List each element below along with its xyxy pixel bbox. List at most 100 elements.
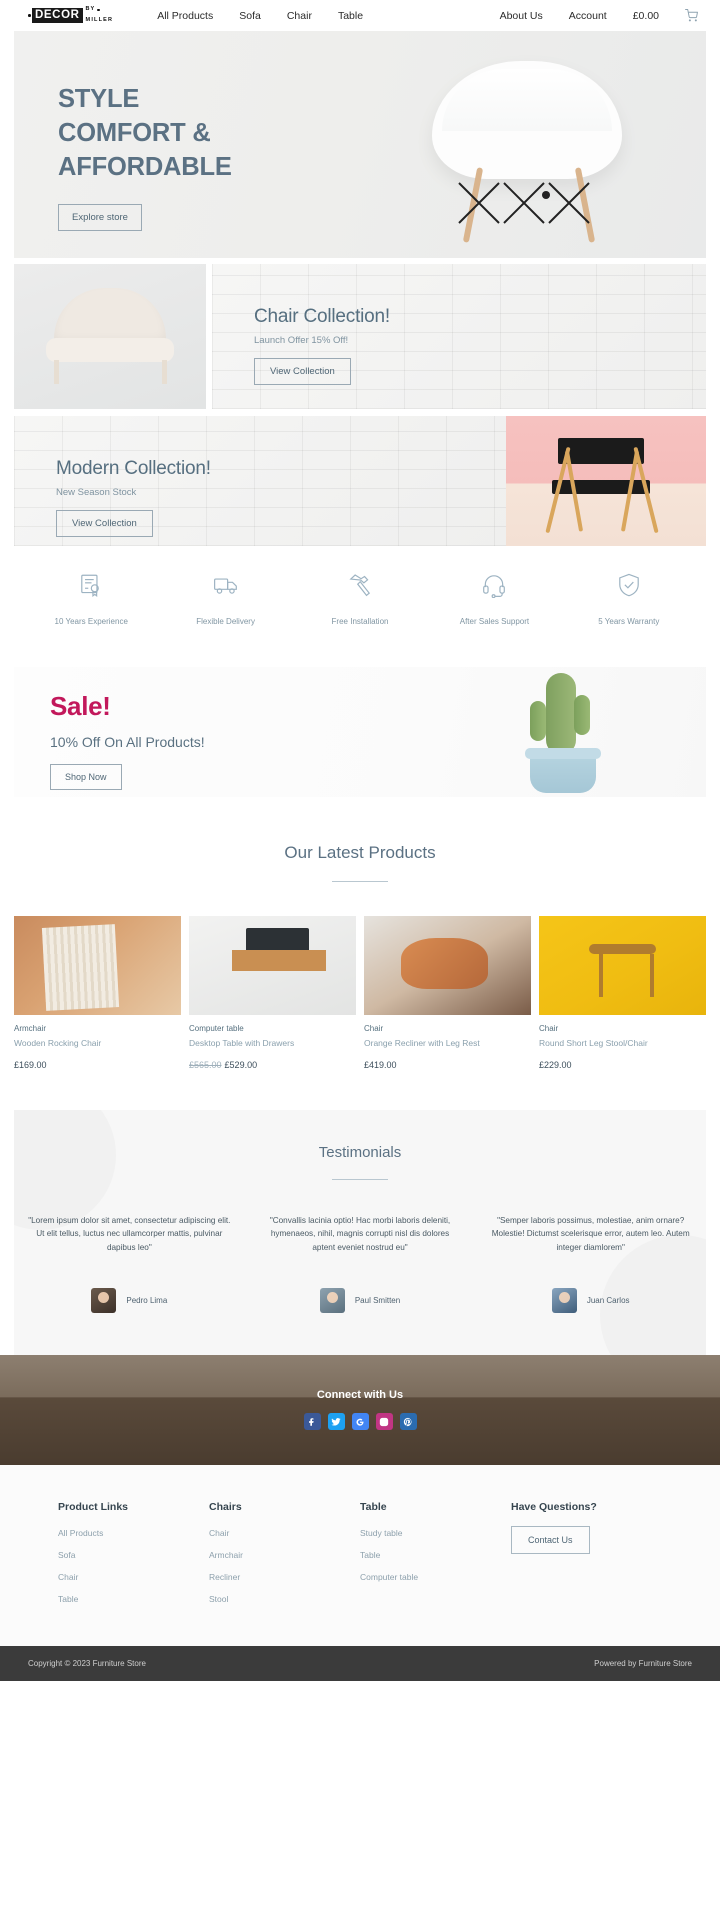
footer-link-study-table[interactable]: Study table [360,1528,511,1538]
feature-free-installation: Free Installation [293,572,427,629]
modern-collection-banner: Modern Collection! New Season Stock View… [14,416,706,546]
copyright-bar: Copyright © 2023 Furniture Store Powered… [0,1645,720,1681]
testimonials-divider [332,1179,388,1181]
product-card[interactable]: Chair Orange Recliner with Leg Rest £419… [364,916,531,1070]
product-price: £229.00 [539,1060,572,1071]
chair-collection-content: Chair Collection! Launch Offer 15% Off! … [212,264,706,409]
nav-item-sofa[interactable]: Sofa [239,10,261,22]
chair-collection-view-button[interactable]: View Collection [254,358,351,385]
shopping-cart-icon[interactable] [685,9,698,22]
testimonial-author: Paul Smitten [259,1287,462,1313]
shield-check-icon [619,573,639,597]
logo-dot-left [28,14,31,17]
feature-label: 10 Years Experience [54,617,128,626]
product-new-price: £529.00 [224,1060,258,1071]
footer-link-sofa[interactable]: Sofa [58,1550,209,1560]
product-card[interactable]: Computer table Desktop Table with Drawer… [189,916,356,1070]
logo-dot-right [97,8,100,12]
nav-item-table[interactable]: Table [338,10,363,22]
testimonials-grid: "Lorem ipsum dolor sit amet, consectetur… [14,1214,706,1313]
footer-link-armchair[interactable]: Armchair [209,1550,360,1560]
product-category: Chair [364,1024,384,1033]
testimonial-quote: "Semper laboris possimus, molestiae, ani… [491,1216,690,1252]
product-card[interactable]: Armchair Wooden Rocking Chair £169.00 [14,916,181,1070]
footer-link-chair[interactable]: Chair [209,1528,360,1538]
product-image[interactable] [364,916,531,1015]
footer-column-product-links: Product Links All Products Sofa Chair Ta… [58,1501,209,1616]
footer-link-chair[interactable]: Chair [58,1572,209,1582]
product-name[interactable]: Orange Recliner with Leg Rest [364,1038,531,1049]
testimonial-author-name: Pedro Lima [126,1295,168,1305]
product-name[interactable]: Wooden Rocking Chair [14,1038,181,1049]
sale-copy: Sale! 10% Off On All Products! Shop Now [50,691,205,790]
chair-collection-image [14,264,206,409]
product-image[interactable] [14,916,181,1015]
director-chair-seat [552,480,650,494]
tufted-armchair-illustration [40,288,180,384]
product-category: Chair [539,1024,559,1033]
product-price: £565.00 £529.00 [189,1060,356,1070]
powered-by-text: Powered by Furniture Store [594,1658,692,1668]
contact-us-button[interactable]: Contact Us [511,1525,590,1554]
product-image[interactable] [539,916,706,1015]
product-name[interactable]: Desktop Table with Drawers [189,1038,356,1049]
copyright-text: Copyright © 2023 Furniture Store [28,1658,146,1668]
nav-item-chair[interactable]: Chair [287,10,312,22]
footer-link-computer-table[interactable]: Computer table [360,1572,511,1582]
feature-label: Free Installation [331,617,389,626]
hero-chair-image [424,61,634,258]
hero-title-line1: STYLE [58,85,140,113]
decorative-blob-left [14,1110,116,1231]
features-bar: 10 Years Experience Flexible Delivery Fr… [14,546,706,645]
modern-collection-view-button[interactable]: View Collection [56,510,153,537]
logo-by-text: BY [86,6,114,13]
product-image[interactable] [189,916,356,1015]
twitter-icon[interactable] [327,1413,345,1431]
cactus-arm-left [530,701,546,741]
product-grid: Armchair Wooden Rocking Chair £169.00 Co… [14,916,706,1070]
footer-column-questions: Have Questions? Contact Us [511,1501,662,1616]
connect-heading: Connect with Us [316,1389,404,1402]
instagram-icon[interactable] [375,1413,393,1431]
product-name[interactable]: Round Short Leg Stool/Chair [539,1038,706,1049]
certificate-icon [81,574,100,598]
footer-link-table[interactable]: Table [360,1550,511,1560]
avatar [551,1287,577,1313]
cactus-pot [525,748,601,793]
nav-item-account[interactable]: Account [569,10,607,22]
product-card[interactable]: Chair Round Short Leg Stool/Chair £229.0… [539,916,706,1070]
modern-collection-image [506,416,706,546]
feature-flexible-delivery: Flexible Delivery [158,572,292,629]
connect-section: Connect with Us [0,1354,720,1465]
armchair-leg-1 [54,360,59,384]
footer-link-all-products[interactable]: All Products [58,1528,209,1538]
nav-item-about-us[interactable]: About Us [500,10,543,22]
pinterest-icon[interactable] [399,1413,417,1431]
nav-item-all-products[interactable]: All Products [157,10,213,22]
social-links [303,1413,417,1431]
explore-store-button[interactable]: Explore store [58,203,142,231]
product-price: £169.00 [14,1060,47,1071]
hero-title-line3: AFFORDABLE [58,152,232,181]
cactus-arm-right [574,695,590,735]
modern-collection-copy: Modern Collection! New Season Stock View… [56,458,211,537]
cart-total: £0.00 [632,9,659,22]
shop-now-button[interactable]: Shop Now [50,764,122,790]
testimonial-quote: "Lorem ipsum dolor sit amet, consectetur… [28,1216,231,1252]
google-icon[interactable] [351,1413,369,1431]
testimonial-item: "Convallis lacinia optio! Hac morbi labo… [245,1214,476,1313]
chair-collection-banner: Chair Collection! Launch Offer 15% Off! … [14,264,706,409]
site-footer: Product Links All Products Sofa Chair Ta… [0,1464,720,1646]
testimonial-author-name: Juan Carlos [586,1295,630,1305]
feature-10-years-experience: 10 Years Experience [24,572,158,629]
hero-copy: STYLE COMFORT & AFFORDABLE Explore store [58,83,232,231]
site-logo[interactable]: DECOR BY MILLER [28,6,114,24]
hammer-icon [349,574,371,597]
modern-collection-content: Modern Collection! New Season Stock View… [14,416,506,546]
feature-label: 5 Years Warranty [598,617,660,626]
facebook-icon[interactable] [303,1413,321,1431]
header-right-navigation: About Us Account £0.00 [500,9,698,22]
footer-link-stool[interactable]: Stool [209,1594,360,1604]
footer-link-recliner[interactable]: Recliner [209,1572,360,1582]
footer-link-table[interactable]: Table [58,1594,209,1604]
